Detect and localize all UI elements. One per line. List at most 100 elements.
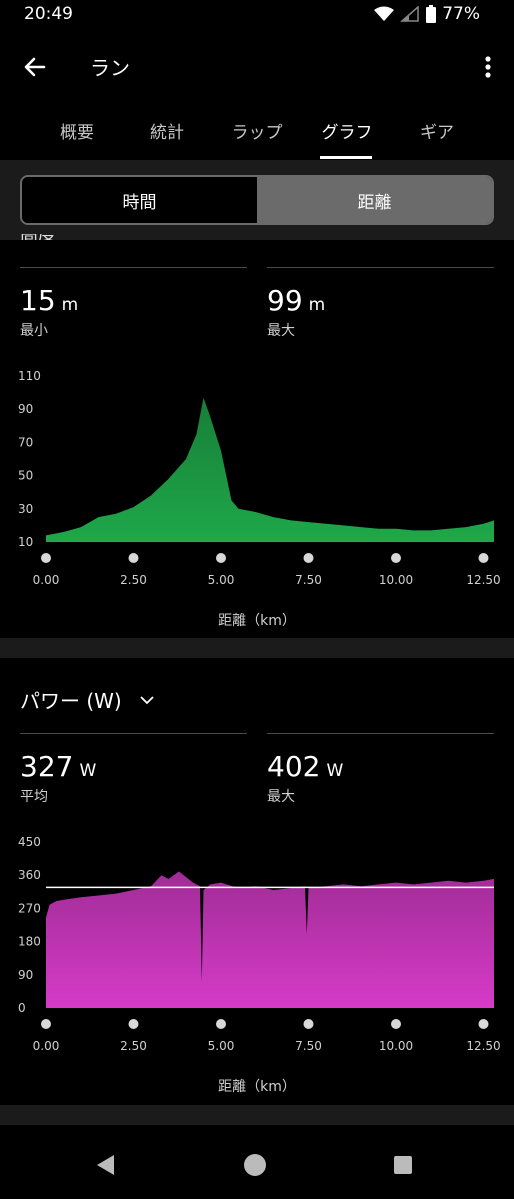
power-max-unit: W	[326, 761, 344, 781]
power-area	[46, 871, 494, 1008]
nav-recents-button[interactable]	[388, 1150, 418, 1180]
tab-bar: 概要 統計 ラップ グラフ ギア	[0, 110, 514, 160]
wifi-icon	[374, 6, 395, 22]
power-metric-selector[interactable]: パワー (W)	[20, 685, 156, 714]
power-xtick-dot	[128, 1019, 139, 1029]
elevation-max-value: 99	[267, 284, 303, 317]
elevation-xtick-label: 7.50	[295, 573, 322, 587]
power-xtick-dot	[41, 1019, 51, 1029]
toggle-distance[interactable]: 距離	[257, 177, 492, 223]
elevation-xtick-dot	[303, 553, 314, 563]
power-avg-value: 327	[20, 750, 74, 783]
tab-laps[interactable]: ラップ	[217, 118, 297, 143]
elevation-title: 高度	[20, 234, 56, 240]
axis-toggle: 時間 距離	[20, 175, 494, 225]
power-chart[interactable]: 0 90 180 270 360 450 0.00 2.50 5.00 7.50 10.00 12.5…	[0, 826, 514, 1056]
power-xtick-label: 12.50	[466, 1039, 500, 1053]
divider	[267, 267, 494, 268]
nav-recents-icon	[394, 1156, 412, 1174]
elevation-chart[interactable]: 10 30 50 70 90 110 0.00 2.50 5.00 7.50 10.00 12.50	[0, 360, 514, 590]
power-xtick-label: 0.00	[33, 1039, 60, 1053]
power-avg-unit: W	[79, 761, 97, 781]
power-avg-stat: 327 W	[20, 750, 96, 783]
divider	[20, 267, 247, 268]
elevation-xtick-label: 0.00	[33, 573, 60, 587]
status-icons: 77%	[374, 4, 480, 24]
power-max-stat: 402 W	[267, 750, 343, 783]
elevation-title-clip: 高度	[20, 234, 80, 240]
page-title: ラン	[90, 56, 130, 80]
elevation-xaxis-title: 距離（km）	[218, 613, 296, 629]
power-max-value: 402	[267, 750, 321, 783]
power-title: パワー (W)	[20, 689, 122, 713]
power-xtick-label: 7.50	[295, 1039, 322, 1053]
elevation-xtick-label: 2.50	[120, 573, 147, 587]
section-gap	[0, 1105, 514, 1125]
divider	[20, 733, 247, 734]
elevation-ytick-label: 10	[18, 535, 33, 549]
power-ytick-label: 450	[18, 835, 41, 849]
power-avg-label: 平均	[20, 789, 48, 805]
status-bar: 20:49 77%	[0, 0, 514, 30]
power-xtick-dot	[478, 1019, 489, 1029]
nav-back-button[interactable]	[92, 1150, 122, 1180]
power-ytick-label: 270	[18, 901, 41, 915]
tab-overview[interactable]: 概要	[37, 118, 117, 143]
back-arrow-icon	[24, 57, 46, 77]
tab-stats[interactable]: 統計	[127, 118, 207, 143]
power-ytick-label: 90	[18, 968, 33, 982]
elevation-min-value: 15	[20, 284, 56, 317]
elevation-xtick-dot	[391, 553, 401, 563]
system-nav-bar	[0, 1130, 514, 1199]
battery-icon	[426, 5, 437, 23]
elevation-area	[46, 397, 494, 542]
power-ytick-label: 0	[18, 1001, 26, 1015]
more-vert-icon	[485, 56, 491, 78]
power-xtick-dot	[303, 1019, 314, 1029]
elevation-ytick-label: 50	[18, 469, 33, 483]
nav-home-icon	[244, 1154, 266, 1176]
elevation-xtick-label: 10.00	[379, 573, 413, 587]
more-options-button[interactable]	[478, 50, 498, 84]
battery-percent: 77%	[442, 4, 480, 24]
elevation-xtick-dot	[216, 553, 226, 563]
elevation-xtick-dot	[478, 553, 489, 563]
power-xaxis-title: 距離（km）	[218, 1079, 296, 1095]
toggle-time[interactable]: 時間	[22, 177, 257, 223]
elevation-max-unit: m	[308, 295, 326, 315]
nav-home-button[interactable]	[240, 1150, 270, 1180]
power-xtick-label: 5.00	[208, 1039, 235, 1053]
axis-toggle-container: 時間 距離	[0, 160, 514, 240]
elevation-min-stat: 15 m	[20, 284, 78, 317]
elevation-max-label: 最大	[267, 323, 295, 339]
tab-gear[interactable]: ギア	[397, 118, 477, 143]
elevation-min-label: 最小	[20, 323, 48, 339]
chevron-down-icon	[140, 695, 154, 704]
power-xtick-label: 10.00	[379, 1039, 413, 1053]
status-time: 20:49	[24, 4, 73, 24]
elevation-xtick-dot	[41, 553, 51, 563]
power-section: パワー (W) 327 W 平均 402 W 最大 0 90 180 270 360 450 0…	[0, 658, 514, 1105]
app-bar: ラン	[0, 40, 514, 92]
elevation-ytick-label: 90	[18, 402, 33, 416]
power-ytick-label: 180	[18, 935, 41, 949]
elevation-min-unit: m	[61, 295, 79, 315]
nav-back-icon	[97, 1155, 114, 1175]
section-gap	[0, 638, 514, 658]
power-xtick-dot	[216, 1019, 226, 1029]
elevation-ytick-label: 110	[18, 369, 41, 383]
elevation-xtick-label: 12.50	[466, 573, 500, 587]
elevation-xtick-dot	[128, 553, 139, 563]
power-ytick-label: 360	[18, 868, 41, 882]
back-button[interactable]	[18, 50, 52, 84]
elevation-section: 高度 15m 最小 99m 最大 10305070901100.002.505.…	[0, 234, 514, 638]
power-max-label: 最大	[267, 789, 295, 805]
tab-graph[interactable]: グラフ	[307, 118, 387, 143]
power-xtick-dot	[391, 1019, 401, 1029]
elevation-ytick-label: 70	[18, 435, 33, 449]
elevation-xtick-label: 5.00	[208, 573, 235, 587]
power-xtick-label: 2.50	[120, 1039, 147, 1053]
tab-active-indicator	[320, 156, 372, 159]
elevation-max-stat: 99 m	[267, 284, 325, 317]
elevation-ytick-label: 30	[18, 502, 33, 516]
